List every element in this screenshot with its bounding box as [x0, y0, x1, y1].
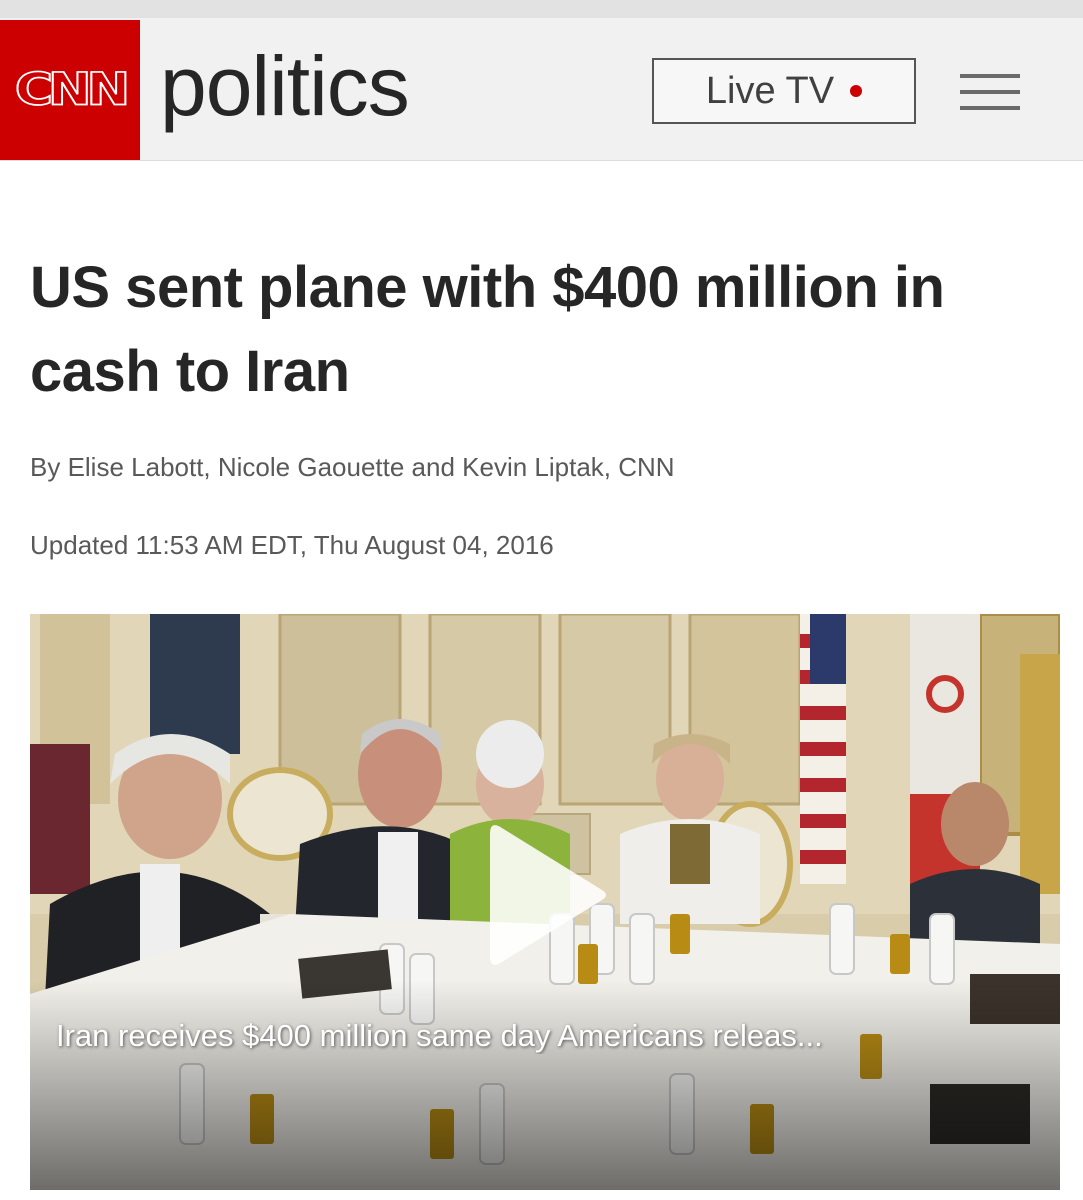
play-icon[interactable] [480, 820, 610, 970]
cnn-logo-text: CNN [14, 64, 131, 117]
hamburger-menu-icon[interactable] [960, 74, 1020, 110]
video-player[interactable]: Iran receives $400 million same day Amer… [30, 614, 1060, 1190]
section-title[interactable]: politics [160, 36, 410, 136]
caption-gradient [30, 980, 1060, 1190]
article-byline: By Elise Labott, Nicole Gaouette and Kev… [30, 452, 675, 482]
live-indicator-icon [850, 85, 863, 97]
article-timestamp: Updated 11:53 AM EDT, Thu August 04, 201… [30, 530, 554, 560]
article-headline: US sent plane with $400 million in cash … [30, 255, 945, 404]
live-tv-button[interactable]: Live TV [652, 58, 916, 124]
status-bar-strip [0, 0, 1083, 18]
video-caption: Iran receives $400 million same day Amer… [56, 1018, 823, 1053]
site-header: CNN politics Live TV [0, 18, 1083, 161]
live-tv-label: Live TV [705, 69, 835, 112]
cnn-logo[interactable]: CNN [0, 20, 140, 160]
